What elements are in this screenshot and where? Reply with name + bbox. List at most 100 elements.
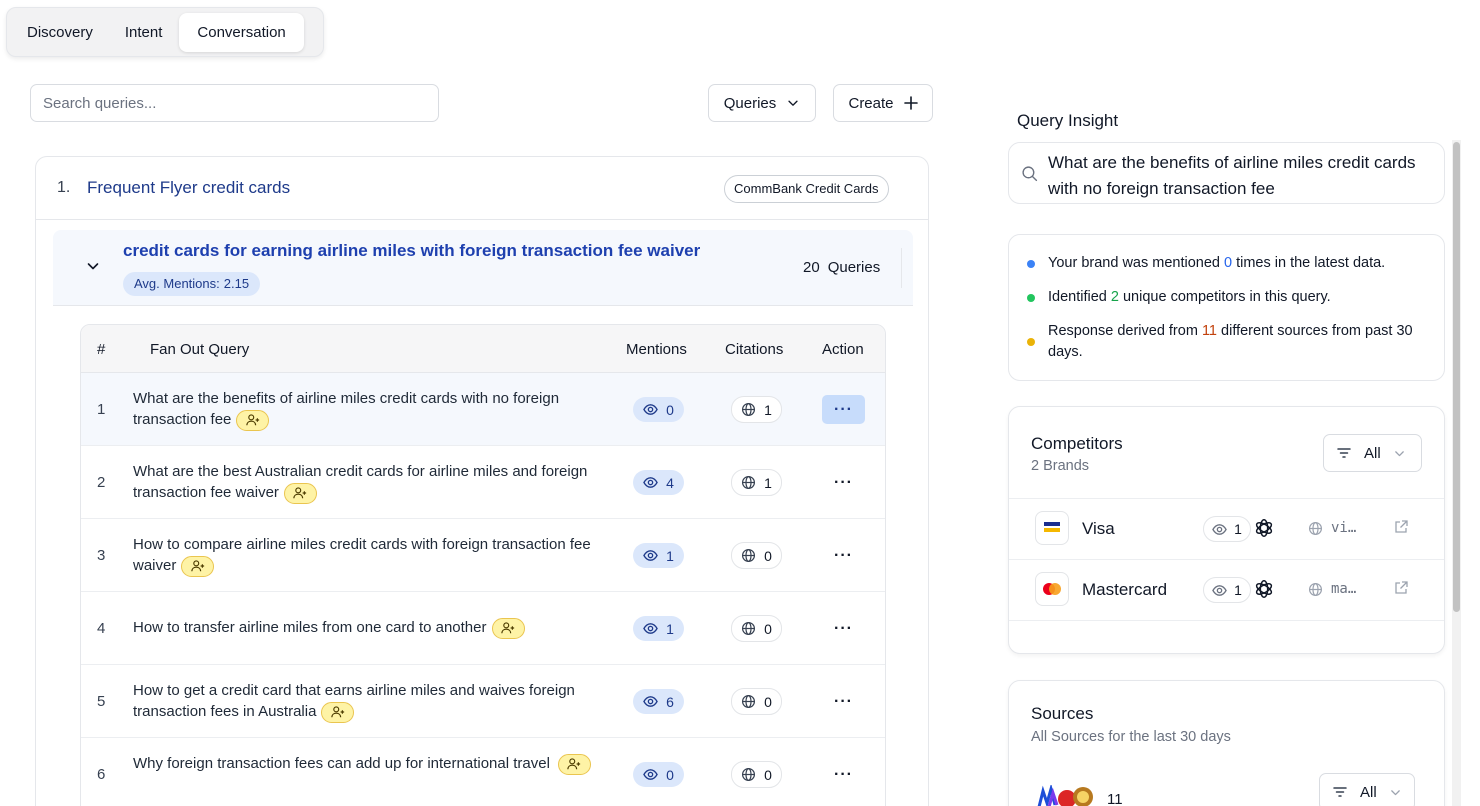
search-input[interactable] (30, 84, 439, 122)
col-header-query: Fan Out Query (150, 341, 250, 358)
tab-conversation[interactable]: Conversation (179, 12, 304, 52)
competitor-row-visa[interactable]: Visa 1 vi… (1009, 498, 1444, 559)
user-plus-icon (292, 486, 308, 500)
tab-discovery[interactable]: Discovery (12, 13, 108, 52)
stat-competitors: Identified 2 unique competitors in this … (1048, 287, 1433, 308)
scrollbar[interactable] (1452, 140, 1461, 806)
assign-user-button[interactable] (491, 617, 525, 639)
query-group-header[interactable]: credit cards for earning airline miles w… (53, 230, 913, 306)
sources-filter[interactable]: All (1319, 773, 1415, 806)
chevron-down-icon[interactable] (85, 258, 101, 274)
user-plus-icon (566, 757, 582, 771)
row-query: What are the benefits of airline miles c… (133, 388, 613, 431)
table-row[interactable]: 6 Why foreign transaction fees can add u… (81, 738, 885, 806)
more-actions-button[interactable]: ··· (822, 395, 865, 424)
view-tabs: Discovery Intent Conversation (6, 7, 324, 57)
assign-user-button[interactable] (321, 701, 355, 723)
globe-icon (741, 475, 756, 490)
row-query: How to get a credit card that earns airl… (133, 680, 613, 723)
row-number: 2 (97, 474, 106, 491)
brand-name: Mastercard (1082, 580, 1168, 599)
more-actions-button[interactable]: ··· (822, 468, 865, 497)
mentions-value: 6 (666, 693, 674, 710)
col-header-number: # (97, 341, 106, 358)
plus-icon (903, 96, 918, 110)
competitors-title: Competitors (1031, 434, 1123, 453)
external-link-icon[interactable] (1393, 580, 1409, 596)
row-number: 1 (97, 401, 106, 418)
avg-mentions-value: 2.15 (223, 276, 250, 291)
assign-user-button[interactable] (236, 409, 270, 431)
row-number: 3 (97, 547, 106, 564)
sources-subtitle: All Sources for the last 30 days (1031, 729, 1231, 745)
citations-badge[interactable]: 0 (731, 761, 782, 788)
query-text: What are the benefits of airline miles c… (133, 390, 560, 428)
table-row[interactable]: 2 What are the best Australian credit ca… (81, 446, 885, 519)
filter-icon (1332, 784, 1348, 800)
competitors-filter[interactable]: All (1323, 434, 1422, 472)
brand-mentions-value: 1 (1234, 582, 1242, 598)
filter-icon (1336, 445, 1352, 461)
create-button[interactable]: Create (833, 84, 933, 122)
more-actions-button[interactable]: ··· (822, 760, 865, 789)
citations-badge[interactable]: 0 (731, 542, 782, 569)
external-link-icon[interactable] (1393, 519, 1409, 535)
table-header: # Fan Out Query Mentions Citations Actio… (81, 325, 885, 373)
row-query: What are the best Australian credit card… (133, 461, 613, 504)
topic-title[interactable]: Frequent Flyer credit cards (87, 178, 290, 198)
competitors-card: Competitors 2 Brands All Visa 1 vi… Mast… (1008, 406, 1445, 654)
brand-site[interactable]: vi… (1308, 520, 1356, 536)
more-actions-button[interactable]: ··· (822, 687, 865, 716)
user-plus-icon (330, 705, 346, 719)
row-query: How to compare airline miles credit card… (133, 534, 613, 577)
mentions-value: 1 (666, 620, 674, 637)
sources-title: Sources (1031, 704, 1094, 723)
assign-user-button[interactable] (181, 555, 215, 577)
stat-value: 2 (1110, 289, 1119, 305)
assign-user-button[interactable] (557, 753, 591, 775)
visa-logo (1035, 511, 1069, 545)
table-row[interactable]: 4 How to transfer airline miles from one… (81, 592, 885, 665)
topic-number: 1. (57, 179, 71, 196)
mentions-badge: 0 (633, 762, 684, 787)
eye-icon (643, 475, 658, 490)
assign-user-button[interactable] (283, 482, 317, 504)
stat-text: Identified (1048, 289, 1111, 305)
openai-icon (1253, 517, 1275, 539)
green-dot (1027, 294, 1035, 302)
table-row[interactable]: 3 How to compare airline miles credit ca… (81, 519, 885, 592)
eye-icon (1212, 583, 1227, 598)
citations-value: 0 (764, 547, 772, 564)
chevron-down-icon (786, 96, 800, 110)
more-actions-button[interactable]: ··· (822, 541, 865, 570)
stat-value: 11 (1201, 323, 1217, 339)
row-number: 4 (97, 620, 106, 637)
mentions-value: 0 (666, 401, 674, 418)
row-query: Why foreign transaction fees can add up … (133, 753, 603, 775)
brand-mentions-badge: 1 (1203, 516, 1251, 542)
citations-badge[interactable]: 0 (731, 615, 782, 642)
query-text: Why foreign transaction fees can add up … (133, 755, 550, 772)
group-title: credit cards for earning airline miles w… (123, 241, 701, 260)
chevron-down-icon (1389, 786, 1402, 799)
tab-intent[interactable]: Intent (110, 13, 178, 52)
mentions-badge: 1 (633, 543, 684, 568)
citations-badge[interactable]: 1 (731, 469, 782, 496)
brand-chip[interactable]: CommBank Credit Cards (724, 175, 889, 203)
citations-badge[interactable]: 0 (731, 688, 782, 715)
more-actions-button[interactable]: ··· (822, 614, 865, 643)
brand-site[interactable]: ma… (1308, 581, 1356, 597)
eye-icon (1212, 522, 1227, 537)
table-row[interactable]: 1 What are the benefits of airline miles… (81, 373, 885, 446)
divider (901, 248, 902, 288)
stat-text: Your brand was mentioned (1048, 255, 1224, 271)
table-row[interactable]: 5 How to get a credit card that earns ai… (81, 665, 885, 738)
globe-icon (741, 548, 756, 563)
mentions-badge: 1 (633, 616, 684, 641)
scrollbar-thumb[interactable] (1453, 142, 1460, 612)
eye-icon (643, 621, 658, 636)
mentions-value: 1 (666, 547, 674, 564)
competitor-row-mastercard[interactable]: Mastercard 1 ma… (1009, 559, 1444, 620)
queries-dropdown-button[interactable]: Queries (708, 84, 816, 122)
citations-badge[interactable]: 1 (731, 396, 782, 423)
